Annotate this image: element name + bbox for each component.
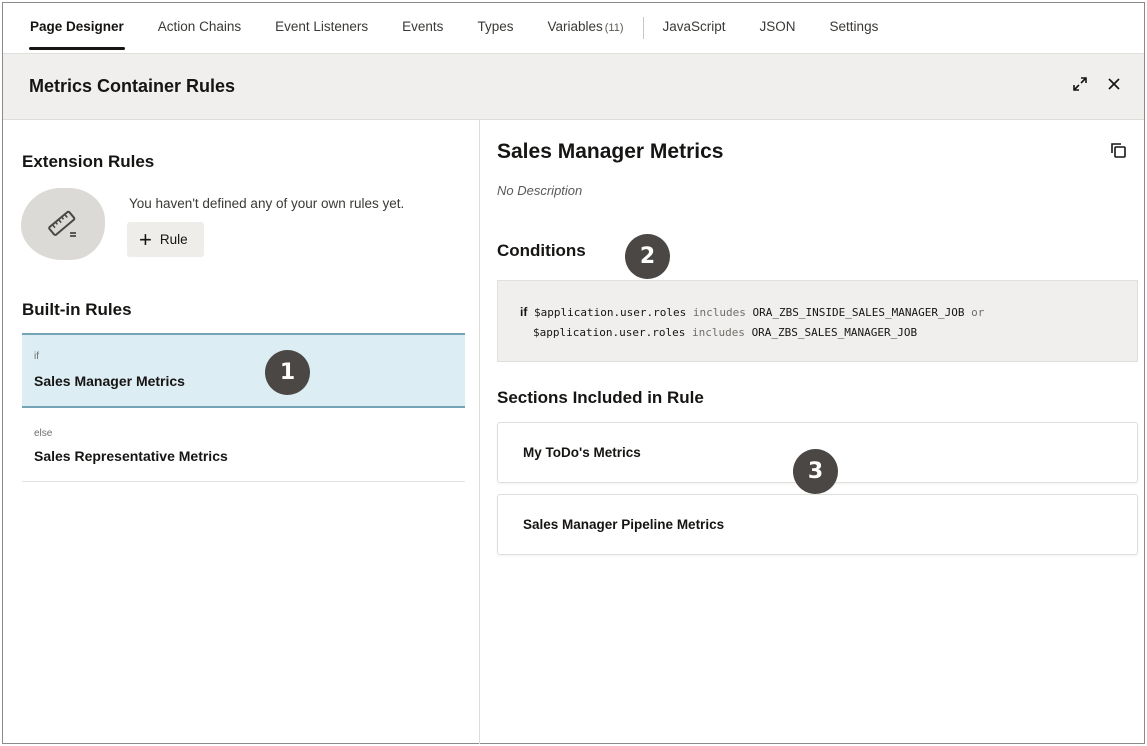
tab-label: JSON [759, 19, 796, 34]
panel-title: Metrics Container Rules [29, 76, 236, 96]
tab-label: Types [477, 19, 514, 34]
callout-badge-2: 2 [625, 234, 670, 279]
rules-illustration [21, 188, 105, 260]
copy-icon [1111, 143, 1126, 158]
tab-json[interactable]: JSON [743, 3, 813, 53]
empty-rules-message: You haven't defined any of your own rule… [129, 196, 405, 211]
rule-name: Sales Representative Metrics [34, 448, 228, 464]
tab-label: JavaScript [662, 19, 726, 34]
plus-icon: + [139, 226, 152, 252]
expand-icon [1073, 77, 1087, 91]
extension-rules-heading: Extension Rules [22, 152, 155, 171]
condition-expression[interactable]: if $application.user.roles includes ORA_… [497, 280, 1138, 362]
builtin-rules-heading: Built-in Rules [22, 300, 132, 319]
callout-badge-3: 3 [793, 449, 838, 494]
tab-label: Action Chains [157, 19, 242, 34]
tab-types[interactable]: Types [460, 3, 530, 53]
rules-list-panel: Extension Rules You haven't defined any … [3, 120, 480, 744]
condition-value: ORA_ZBS_INSIDE_SALES_MANAGER_JOB [752, 306, 965, 319]
rule-detail-panel: Sales Manager Metrics No Description Con… [480, 120, 1144, 744]
conditions-heading: Conditions [497, 241, 586, 260]
close-icon [1108, 78, 1120, 90]
tab-label: Page Designer [30, 19, 124, 34]
tab-label: Event Listeners [275, 19, 369, 34]
condition-operator: includes [691, 326, 745, 339]
designer-tabs: Page Designer Action Chains Event Listen… [3, 3, 1144, 53]
condition-variable: $application.user.roles [533, 306, 687, 319]
sections-heading: Sections Included in Rule [497, 388, 704, 407]
duplicate-rule-button[interactable] [1106, 138, 1130, 162]
rule-item-sales-manager[interactable]: if Sales Manager Metrics [22, 333, 465, 408]
panel-header: Metrics Container Rules [3, 53, 1144, 120]
section-name: My ToDo's Metrics [523, 445, 641, 460]
tab-label: Settings [829, 19, 879, 34]
section-card-pipeline-metrics[interactable]: Sales Manager Pipeline Metrics [497, 494, 1138, 555]
rule-detail-title: Sales Manager Metrics [497, 140, 724, 163]
tab-label: Events [402, 19, 444, 34]
tab-event-listeners[interactable]: Event Listeners [258, 3, 385, 53]
condition-line-2: $application.user.roles includes ORA_ZBS… [520, 323, 1137, 343]
tab-page-designer[interactable]: Page Designer [13, 3, 141, 53]
rule-name: Sales Manager Metrics [34, 373, 185, 389]
tab-settings[interactable]: Settings [813, 3, 896, 53]
condition-value: ORA_ZBS_SALES_MANAGER_JOB [751, 326, 918, 339]
condition-variable: $application.user.roles [533, 326, 686, 339]
or-keyword: or [971, 306, 985, 319]
expand-button[interactable] [1067, 71, 1093, 97]
tab-action-chains[interactable]: Action Chains [141, 3, 258, 53]
tab-separator [642, 17, 644, 39]
close-button[interactable] [1101, 71, 1127, 97]
add-rule-button[interactable]: + Rule [127, 222, 204, 257]
rule-keyword: else [34, 428, 53, 439]
condition-line-1: if $application.user.roles includes ORA_… [520, 302, 1137, 323]
rules-editor-frame: Page Designer Action Chains Event Listen… [2, 2, 1145, 744]
if-keyword: if [520, 305, 528, 319]
rule-keyword: if [34, 351, 39, 362]
tab-variables[interactable]: Variables (11) [530, 3, 640, 53]
variables-count: (11) [604, 22, 624, 34]
callout-badge-1: 1 [265, 350, 310, 395]
section-name: Sales Manager Pipeline Metrics [523, 517, 725, 532]
condition-operator: includes [692, 306, 746, 319]
tab-events[interactable]: Events [385, 3, 460, 53]
add-rule-label: Rule [159, 232, 188, 247]
rule-item-sales-representative[interactable]: else Sales Representative Metrics [22, 410, 465, 482]
rule-description: No Description [497, 183, 583, 198]
ruler-icon [48, 210, 76, 237]
tab-label: Variables [547, 19, 603, 34]
tab-javascript[interactable]: JavaScript [646, 3, 743, 53]
